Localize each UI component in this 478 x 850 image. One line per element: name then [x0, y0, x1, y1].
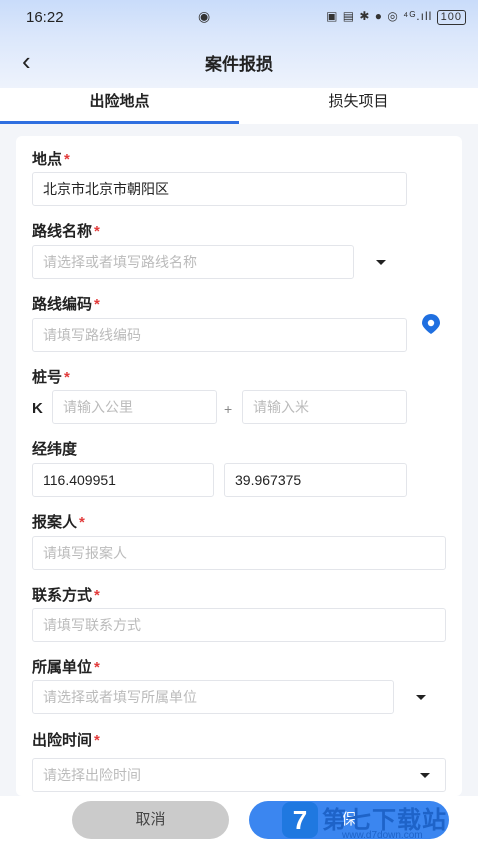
location-label: 地点 * [32, 148, 70, 169]
unit-label-text: 所属单位 [32, 659, 93, 676]
location-pin-icon[interactable] [420, 313, 442, 335]
stake-m-input[interactable]: 请输入米 [242, 390, 407, 424]
reporter-label-text: 报案人 [32, 514, 78, 531]
footer-bar: 取消 保 7 第七下载站 www.d7down.com [0, 796, 478, 850]
stake-label: 桩号 * [32, 366, 70, 387]
longitude-field[interactable]: 116.409951 [32, 463, 214, 497]
route-code-label: 路线编码 * [32, 293, 100, 314]
page-title: 案件报损 [205, 55, 273, 74]
contact-label-text: 联系方式 [32, 587, 93, 604]
time-label: 出险时间 * [32, 729, 100, 750]
stake-label-text: 桩号 [32, 369, 63, 386]
time-dropdown-icon[interactable] [420, 773, 430, 778]
active-tab-indicator [0, 121, 239, 124]
watermark-url: www.d7down.com [342, 830, 423, 841]
time-label-text: 出险时间 [32, 732, 93, 749]
required-mark: * [64, 369, 70, 386]
route-code-label-text: 路线编码 [32, 296, 93, 313]
location-field[interactable]: 北京市北京市朝阳区 [32, 172, 407, 206]
route-name-input[interactable]: 请选择或者填写路线名称 [32, 245, 354, 279]
latitude-field[interactable]: 39.967375 [224, 463, 407, 497]
stake-plus: + [224, 401, 233, 417]
status-bar: 16:22 ◉ ▣ ▤ ✱ ● ◎ ⁴ᴳ.ıll 100 [0, 0, 478, 36]
contact-input[interactable]: 请填写联系方式 [32, 608, 446, 642]
route-name-dropdown-icon[interactable] [376, 260, 386, 265]
reporter-input[interactable]: 请填写报案人 [32, 536, 446, 570]
tab-location[interactable]: 出险地点 [0, 88, 239, 124]
watermark-logo-icon: 7 [282, 802, 318, 838]
stake-prefix: K [32, 400, 43, 417]
coords-label: 经纬度 [32, 441, 78, 458]
tab-loss-items[interactable]: 损失项目 [239, 88, 478, 124]
required-mark: * [94, 732, 100, 749]
battery-icon: 100 [436, 10, 466, 25]
required-mark: * [64, 151, 70, 168]
nav-bar: ‹ 案件报损 [0, 36, 478, 88]
required-mark: * [94, 296, 100, 313]
route-name-label-text: 路线名称 [32, 223, 93, 240]
status-icons-text: ▣ ▤ ✱ ● ◎ ⁴ᴳ.ıll [326, 9, 433, 23]
required-mark: * [94, 587, 100, 604]
watermark: 7 第七下载站 www.d7down.com [282, 800, 472, 846]
cancel-button[interactable]: 取消 [72, 801, 229, 839]
tab-bar: 出险地点 损失项目 [0, 88, 478, 124]
route-name-label: 路线名称 * [32, 220, 100, 241]
required-mark: * [94, 659, 100, 676]
stake-km-input[interactable]: 请输入公里 [52, 390, 217, 424]
eye-icon: ◉ [198, 8, 211, 24]
status-time: 16:22 [26, 9, 64, 26]
reporter-label: 报案人 * [32, 511, 85, 532]
unit-input[interactable]: 请选择或者填写所属单位 [32, 680, 394, 714]
required-mark: * [94, 223, 100, 240]
unit-dropdown-icon[interactable] [416, 695, 426, 700]
unit-label: 所属单位 * [32, 656, 100, 677]
route-code-input[interactable]: 请填写路线编码 [32, 318, 407, 352]
contact-label: 联系方式 * [32, 584, 100, 605]
location-label-text: 地点 [32, 151, 63, 168]
time-input[interactable]: 请选择出险时间 [32, 758, 446, 792]
status-icons: ▣ ▤ ✱ ● ◎ ⁴ᴳ.ıll 100 [326, 9, 466, 25]
required-mark: * [79, 514, 85, 531]
form-card: 地点 * 北京市北京市朝阳区 路线名称 * 请选择或者填写路线名称 路线编码 * 请填… [16, 136, 462, 796]
